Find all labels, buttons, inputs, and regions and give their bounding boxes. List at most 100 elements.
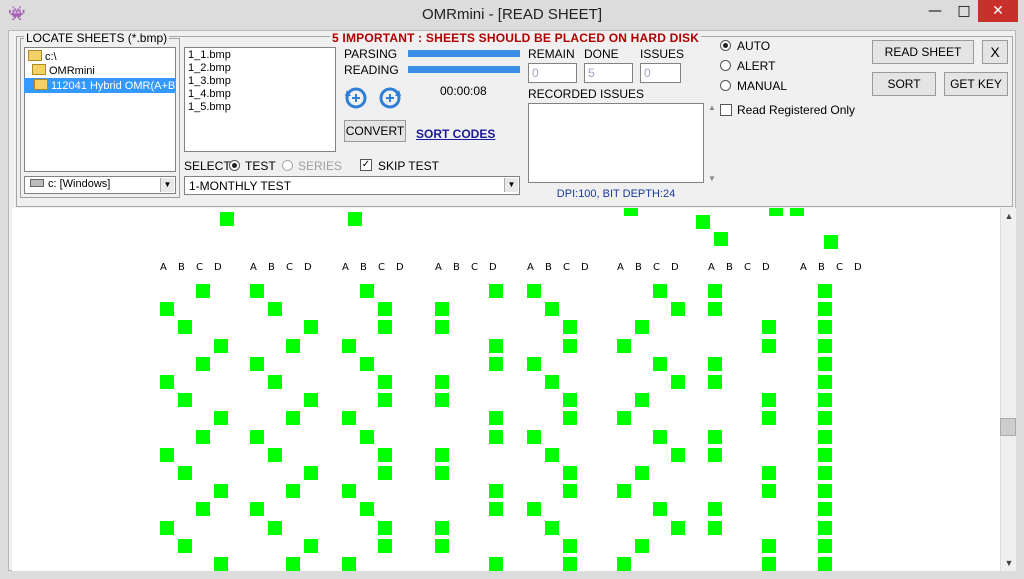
filled-bubble [671,302,685,317]
filled-bubble [818,484,832,499]
remain-field[interactable]: 0 [528,63,577,83]
filled-bubble [671,375,685,389]
filled-bubble [617,411,631,426]
filled-bubble [435,320,449,335]
read-sheet-button[interactable]: READ SHEET [872,40,974,64]
window-title: OMRmini - [READ SHEET] [421,6,602,23]
filled-bubble [286,338,300,353]
series-radio[interactable] [282,160,293,171]
filled-bubble [527,502,541,517]
tree-item-selected[interactable]: 112041 Hybrid OMR(A+B) [34,79,179,93]
issues-scrollbar[interactable]: ▲ ▼ [705,103,719,183]
filled-bubble [708,356,722,371]
filled-bubble [696,215,710,229]
filled-bubble [360,429,374,444]
alert-radio[interactable] [720,60,731,71]
scroll-down-icon[interactable]: ▼ [1001,555,1017,571]
filled-bubble [360,502,374,517]
chevron-down-icon: ▼ [504,178,518,192]
filled-bubble [762,557,776,571]
rotate-left-icon[interactable] [344,86,368,110]
close-window-button[interactable]: ✕ [978,0,1018,22]
filled-bubble [527,284,541,298]
test-type-select[interactable]: 1-MONTHLY TEST ▼ [184,176,520,195]
filled-bubble [489,284,503,298]
filled-bubble [342,411,356,426]
filled-bubble [435,302,449,317]
filled-bubble [178,466,192,480]
skip-test-checkbox[interactable]: ✓ [360,159,372,171]
drive-icon [30,179,44,187]
filled-bubble [378,520,392,535]
list-item[interactable]: 1_5.bmp [188,101,231,114]
filled-bubble [489,557,503,571]
option-header-letter: D [581,262,589,273]
filled-bubble [160,375,174,389]
read-registered-checkbox[interactable] [720,104,732,116]
filled-bubble [435,466,449,480]
minimize-button[interactable]: — [918,0,952,22]
sheet-preview[interactable]: ABCDABCDABCDABCDABCDABCDABCDABCD [12,208,1000,571]
filled-bubble [762,411,776,426]
filled-bubble [250,284,264,298]
reading-label: READING [344,63,399,77]
elapsed-time: 00:00:08 [440,84,487,98]
option-header-letter: D [762,262,770,273]
option-header-letter: B [635,262,642,273]
filled-bubble [818,447,832,462]
close-panel-button[interactable]: X [982,40,1008,64]
filled-bubble [378,302,392,317]
filled-bubble [342,557,356,571]
tree-item-root[interactable]: c:\ [28,50,57,64]
list-item[interactable]: 1_4.bmp [188,88,231,101]
convert-button[interactable]: CONVERT [344,120,406,142]
issues-field[interactable]: 0 [640,63,681,83]
filled-bubble [286,557,300,571]
skip-test-label: SKIP TEST [378,159,439,173]
test-radio[interactable] [229,160,240,171]
done-field[interactable]: 5 [584,63,633,83]
recorded-issues-box[interactable] [528,103,704,183]
tree-item-omrmini[interactable]: OMRmini [32,64,95,78]
filled-bubble [708,447,722,462]
scroll-up-icon[interactable]: ▲ [1001,208,1017,224]
filled-bubble [563,538,577,553]
filled-bubble [220,212,234,226]
filled-bubble [635,466,649,480]
filled-bubble [348,212,362,226]
list-item[interactable]: 1_3.bmp [188,75,231,88]
scrollbar-thumb[interactable] [1000,418,1016,436]
filled-bubble [527,429,541,444]
option-header-letter: A [160,262,167,273]
rotate-right-icon[interactable] [378,86,402,110]
filled-bubble [160,447,174,462]
parsing-progress-bar [408,50,520,57]
filled-bubble [762,320,776,335]
filled-bubble [178,320,192,335]
filled-bubble [653,284,667,298]
option-header-letter: D [854,262,862,273]
auto-radio[interactable] [720,40,731,51]
sort-codes-link[interactable]: SORT CODES [416,127,495,141]
filled-bubble [545,375,559,389]
drive-label: c: [Windows] [48,178,111,190]
parsing-label: PARSING [344,47,398,61]
list-item[interactable]: 1_2.bmp [188,62,231,75]
sort-button[interactable]: SORT [872,72,936,96]
filled-bubble [214,411,228,426]
option-header-letter: C [836,262,843,273]
manual-radio[interactable] [720,80,731,91]
filled-bubble [617,484,631,499]
option-header-letter: C [471,262,478,273]
filled-bubble [545,447,559,462]
sheet-scrollbar[interactable]: ▲ ▼ [1000,208,1016,571]
get-key-button[interactable]: GET KEY [944,72,1008,96]
remain-label: REMAIN [528,47,575,61]
filled-bubble [268,375,282,389]
maximize-button[interactable]: □ [952,0,976,22]
filled-bubble [818,466,832,480]
filled-bubble [818,520,832,535]
filled-bubble [762,338,776,353]
filled-bubble [160,302,174,317]
list-item[interactable]: 1_1.bmp [188,49,231,62]
